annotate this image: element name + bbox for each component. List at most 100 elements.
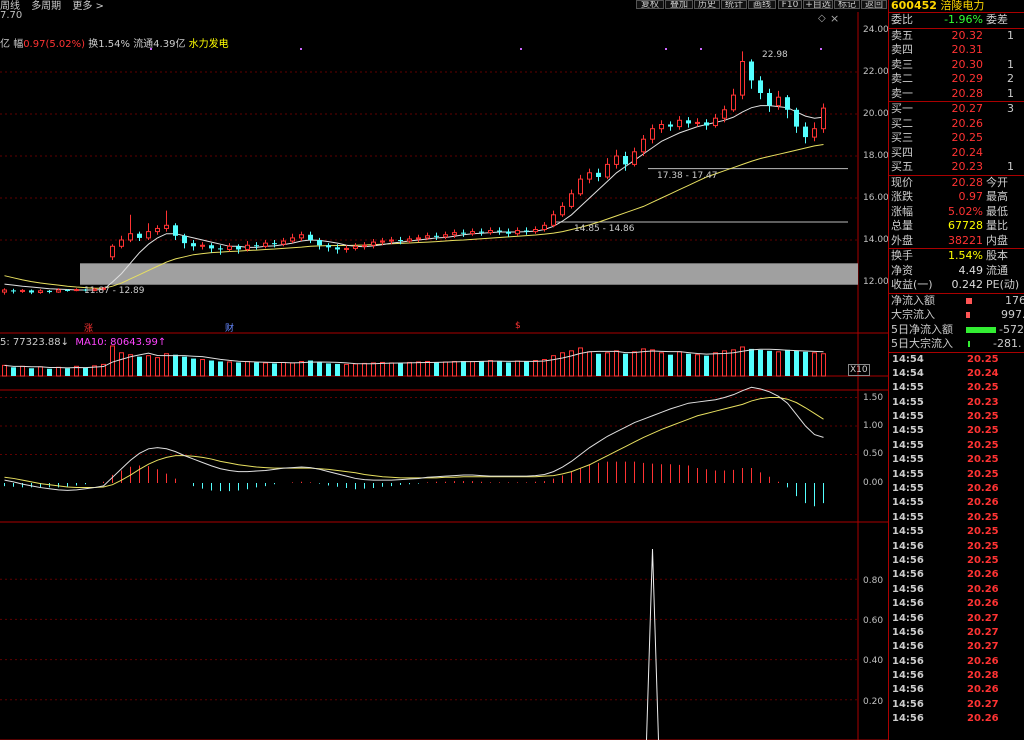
bid-label: 买四: [891, 145, 913, 159]
ask-row[interactable]: 卖一 20.28 1: [889, 87, 1024, 102]
volume-bar: [704, 355, 709, 376]
volume-bar: [353, 363, 358, 377]
x10-badge[interactable]: X10: [848, 364, 870, 376]
bid-price: 20.23: [951, 160, 984, 173]
kline-chart-area[interactable]: 周线 多周期 更多 > 复权 叠加 历史 统计 画线 F10 +自选 标记 返回…: [0, 0, 889, 740]
menu-multi-period[interactable]: 多周期: [31, 1, 61, 12]
signal-cai[interactable]: 财: [225, 321, 234, 334]
tick-time: 14:55: [892, 526, 924, 538]
amp-label: 幅: [13, 39, 24, 50]
candle-body: [488, 230, 493, 234]
tick-list[interactable]: 14:54 20.25 14:54 20.24 14:55 20.25 14:55 20.23…: [889, 351, 1024, 727]
signal-dollar[interactable]: $: [515, 321, 521, 331]
flow-row[interactable]: 净流入额 176: [889, 294, 1024, 309]
back-button[interactable]: 返回: [861, 0, 887, 9]
candle-body: [632, 151, 637, 165]
flow-row[interactable]: 大宗流入 997.: [889, 308, 1024, 323]
volume-bar: [263, 362, 268, 377]
tick-price: 20.26: [967, 483, 999, 495]
flow-row[interactable]: 5日大宗流入 -281.: [889, 337, 1024, 352]
ask-label: 卖三: [891, 57, 913, 71]
volume-bar: [794, 350, 799, 376]
mark-button[interactable]: 标记: [834, 0, 860, 9]
stat-value: 67728: [948, 219, 983, 232]
ask-row[interactable]: 卖二 20.29 2: [889, 72, 1024, 87]
volume-bar: [677, 351, 682, 377]
candle-body: [434, 235, 439, 237]
candle-body: [38, 290, 43, 294]
ask-price: 20.28: [951, 86, 984, 100]
overlay-button[interactable]: 叠加: [665, 0, 693, 9]
tick-time: 14:56: [892, 583, 924, 595]
bid-row[interactable]: 买一 20.27 3: [889, 102, 1024, 117]
fuquan-button[interactable]: 复权: [636, 0, 664, 9]
stats2-list: 换手 1.54% 股本 净资 4.49 流通 收益(一) 0.242 PE(动): [889, 248, 1024, 293]
bid-price: 20.24: [951, 145, 984, 159]
volume-bar: [443, 361, 448, 377]
volume-bar: [272, 363, 277, 376]
tick-row: 14:55 20.25: [889, 511, 1024, 525]
tick-price: 20.26: [967, 655, 999, 667]
flow-label: 净流入额: [891, 293, 935, 307]
tick-price: 20.25: [967, 554, 999, 566]
tick-time: 14:55: [892, 439, 924, 451]
stat-label-2: 最高: [986, 190, 1008, 203]
ask-row[interactable]: 卖五 20.32 1: [889, 29, 1024, 44]
bid-row[interactable]: 买五 20.23 1: [889, 160, 1024, 175]
diamond-icon[interactable]: ◇: [818, 13, 826, 24]
candle-body: [209, 245, 214, 249]
tick-time: 14:56: [892, 626, 924, 638]
draw-line-button[interactable]: 画线: [748, 0, 776, 9]
price-axis-label: 14.00: [863, 235, 889, 245]
tick-time: 14:56: [892, 698, 924, 710]
f10-button[interactable]: F10: [778, 0, 802, 9]
tick-time: 14:55: [892, 497, 924, 509]
candle-body: [668, 124, 673, 127]
signal-zhang[interactable]: 涨: [84, 321, 93, 334]
menu-more[interactable]: 更多 >: [72, 1, 104, 12]
volume-bar: [281, 361, 286, 377]
bid-row[interactable]: 买三 20.25: [889, 131, 1024, 146]
tick-time: 14:55: [892, 425, 924, 437]
candle-body: [569, 193, 574, 207]
ask-row[interactable]: 卖四 20.31: [889, 43, 1024, 58]
volume-bar: [236, 362, 241, 376]
volume-bar: [713, 352, 718, 377]
volume-bar: [614, 350, 619, 377]
volume-bar: [812, 352, 817, 377]
candle-body: [731, 94, 736, 111]
tick-price: 20.26: [967, 713, 999, 725]
candle-body: [146, 231, 151, 239]
volume-bar: [335, 363, 340, 376]
zone-annotation-2: 14.85 - 14.86: [574, 224, 635, 234]
ask-price: 20.29: [951, 72, 984, 85]
tick-row: 14:55 20.25: [889, 410, 1024, 424]
indicator-axis-label: 0.60: [863, 616, 884, 626]
tick-time: 14:54: [892, 367, 924, 379]
volume-bar: [56, 366, 61, 377]
weibi-row: 委比 -1.96% 委差: [889, 12, 1024, 28]
bid-row[interactable]: 买二 20.26: [889, 117, 1024, 132]
candle-body: [299, 234, 304, 239]
tick-price: 20.25: [967, 511, 999, 523]
ask-row[interactable]: 卖三 20.30 1: [889, 58, 1024, 73]
volume-bar: [686, 353, 691, 376]
add-watchlist-button[interactable]: +自选: [803, 0, 833, 9]
volume-bar: [137, 356, 142, 376]
volume-bar: [227, 361, 232, 377]
ask-list: 卖五 20.32 1 卖四 20.31 卖三 20.30 1 卖二 20.29 2 卖一 20.…: [889, 27, 1024, 102]
candle-body: [380, 240, 385, 243]
flow-value: -281.: [993, 337, 1022, 350]
statistics-button[interactable]: 统计: [721, 0, 747, 9]
signal-marker: [665, 48, 667, 50]
history-button[interactable]: 历史: [694, 0, 720, 9]
candle-body: [515, 230, 520, 235]
close-icon[interactable]: ×: [830, 12, 839, 25]
flow-row[interactable]: 5日净流入额 -572: [889, 323, 1024, 338]
tick-time: 14:56: [892, 641, 924, 653]
volume-bar: [299, 360, 304, 377]
kline-chart-canvas[interactable]: [0, 0, 888, 740]
tick-row: 14:56 20.26: [889, 683, 1024, 697]
volume-bar: [587, 351, 592, 377]
bid-row[interactable]: 买四 20.24: [889, 146, 1024, 161]
